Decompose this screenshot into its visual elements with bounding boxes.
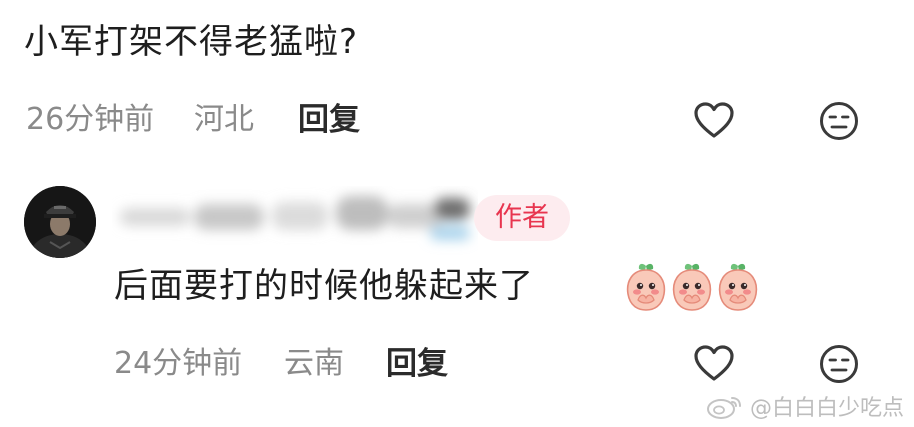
blurred-username [112,186,478,256]
comment-text: 小军打架不得老猛啦? [24,22,359,62]
comment-time: 26分钟前 [26,102,155,137]
watermark-text: @白白白少吃点 [750,396,905,421]
like-heart-icon[interactable] [692,99,736,143]
author-badge: 作者 [474,195,570,241]
shy-peach-emoji [668,262,716,312]
comment-text: 后面要打的时候他躲起来了 [114,266,534,306]
comment-time: 24分钟前 [114,346,243,381]
comment-location: 云南 [284,346,344,381]
dislike-face-icon[interactable] [817,99,861,143]
avatar[interactable] [24,186,96,258]
reply-button[interactable]: 回复 [386,344,448,384]
shy-peach-emoji [714,262,762,312]
shy-peach-emoji [622,262,670,312]
like-heart-icon[interactable] [692,342,736,386]
watermark: @白白白少吃点 [706,391,904,421]
comment-location: 河北 [194,102,254,137]
dislike-face-icon[interactable] [817,342,861,386]
reply-button[interactable]: 回复 [298,100,360,140]
weibo-logo-icon [706,392,744,420]
